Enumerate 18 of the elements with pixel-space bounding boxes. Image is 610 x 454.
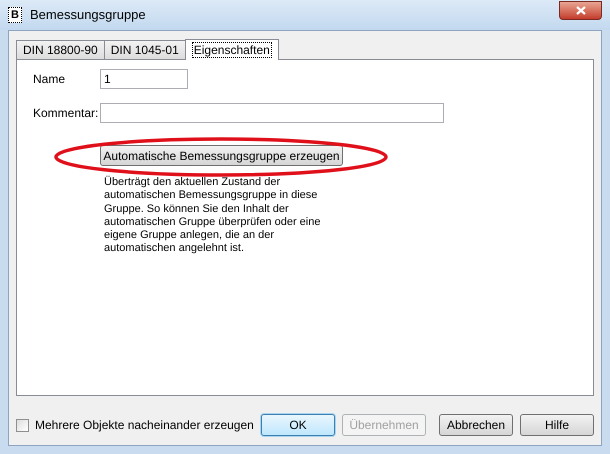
comment-field[interactable] <box>100 103 444 123</box>
window-title: Bemessungsgruppe <box>30 6 146 24</box>
generate-button[interactable]: Automatische Bemessungsgruppe erzeugen <box>100 145 343 166</box>
close-button[interactable] <box>559 0 602 20</box>
dialog-button[interactable]: Hilfe <box>520 414 594 436</box>
description-text: Überträgt den aktuellen Zustand der automatischen Bemessungsgruppe in diese Gruppe. So können Sie den Inhalt der automatischen Gruppe überprüfen oder eine eigene Gruppe anlegen, die an der automatischen angelehnt ist. <box>104 176 322 256</box>
dialog-button[interactable]: OK <box>261 414 335 436</box>
app-icon: B <box>8 7 22 23</box>
name-label: Name <box>33 71 66 88</box>
tab[interactable]: DIN 1045-01 <box>104 40 186 59</box>
name-field[interactable]: 1 <box>100 69 188 89</box>
close-icon <box>576 6 586 14</box>
tab[interactable]: DIN 18800-90 <box>16 40 105 59</box>
comment-label: Kommentar: <box>33 105 100 122</box>
multi-create-label: Mehrere Objekte nacheinander erzeugen <box>35 417 255 434</box>
multi-create-checkbox[interactable] <box>16 418 29 432</box>
tab[interactable]: Eigenschaften <box>184 39 279 60</box>
dialog-button[interactable]: Abbrechen <box>439 414 513 436</box>
